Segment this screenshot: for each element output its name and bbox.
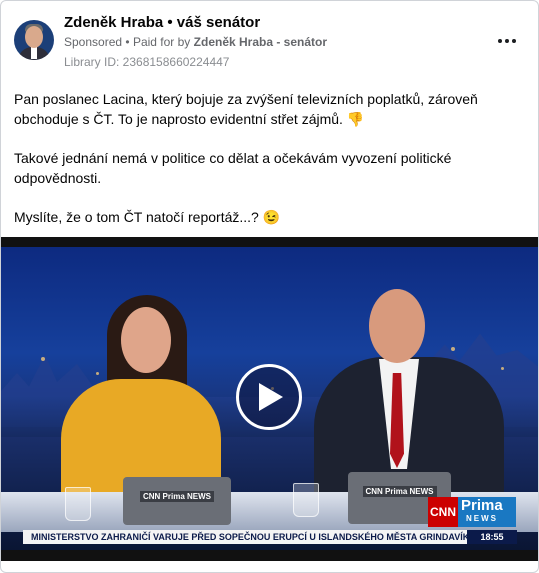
sponsored-label: Sponsored [64,35,123,49]
cnn-prima-news-logo: CNN Prima NEWS [428,497,516,527]
prima-logo: Prima [461,497,503,514]
post-body: Pan poslanec Lacina, který bojuje za zvý… [14,89,524,246]
page-name[interactable]: Zdeněk Hraba • váš senátor [64,14,260,31]
play-icon[interactable] [236,364,302,430]
post-paragraph-2: Takové jednání nemá v politice co dělat … [14,150,452,186]
post-paragraph-3: Myslíte, že o tom ČT natočí reportáž...?… [14,209,281,225]
library-id: Library ID: 2368158660224447 [64,55,230,69]
news-logo: NEWS [466,514,498,523]
more-options-icon[interactable] [495,31,519,51]
paid-for-prefix: Paid for by [132,35,191,49]
broadcast-clock: 18:55 [467,530,517,544]
sponsored-post-card: Zdeněk Hraba • váš senátor Sponsored • P… [0,0,539,573]
cnn-logo: CNN [428,497,458,527]
paid-for-name[interactable]: Zdeněk Hraba - senátor [194,35,327,49]
separator-dot: • [125,35,133,49]
video-player[interactable]: CNN Prima NEWS CNN Prima NEWS CNN Prima … [1,237,538,561]
post-paragraph-1: Pan poslanec Lacina, který bojuje za zvý… [14,91,478,127]
news-ticker: MINISTERSTVO ZAHRANIČÍ VARUJE PŘED SOPEČ… [23,530,467,544]
sponsor-line: Sponsored • Paid for by Zdeněk Hraba - s… [64,35,327,49]
page-avatar[interactable] [14,20,54,60]
laptop-left: CNN Prima NEWS [123,477,231,525]
